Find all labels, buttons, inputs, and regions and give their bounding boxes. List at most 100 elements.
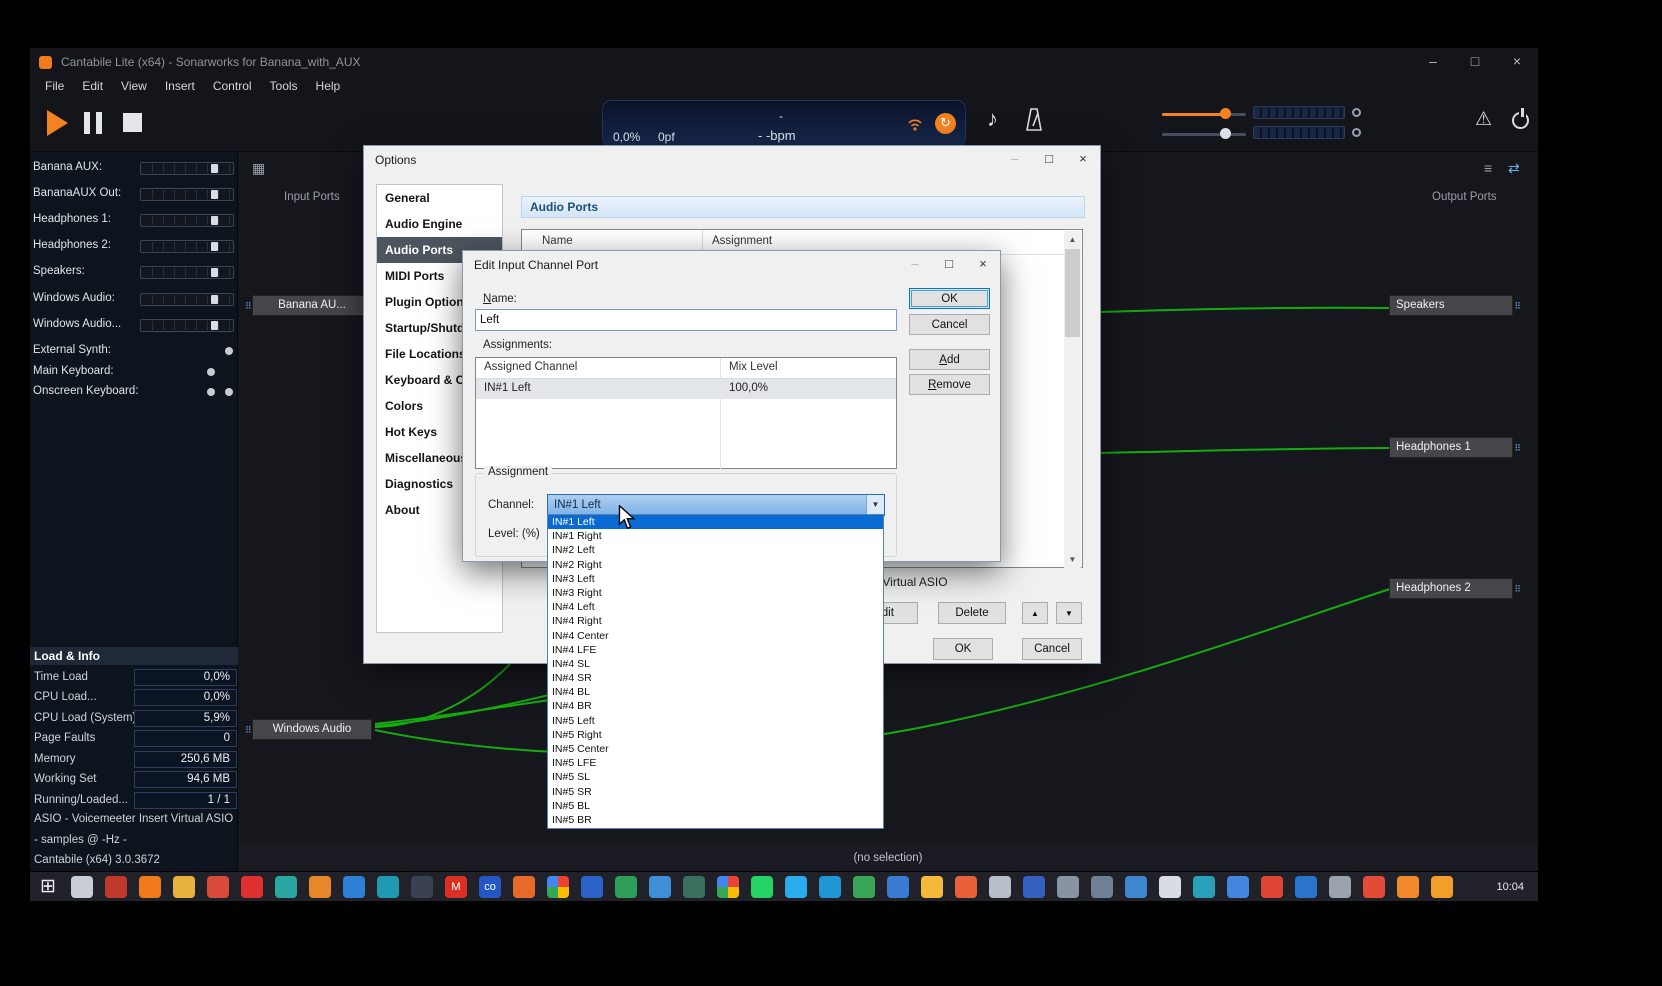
node-speakers[interactable]: ⠿Speakers	[1389, 295, 1513, 316]
dropdown-item[interactable]: IN#4 Center	[548, 629, 883, 643]
sync-icon[interactable]: ↻	[935, 113, 956, 134]
channel-indicator-led[interactable]	[225, 388, 233, 396]
delete-port-button[interactable]: Delete	[938, 602, 1006, 624]
menu-insert[interactable]: Insert	[156, 76, 204, 97]
maximize-icon[interactable]: □	[932, 251, 966, 279]
stop-button[interactable]	[123, 113, 142, 132]
play-button[interactable]	[47, 110, 68, 136]
options-cancel-button[interactable]: Cancel	[1022, 638, 1082, 660]
node-banana-aux[interactable]: ⠿Banana AU...	[252, 295, 372, 316]
taskbar-app-display[interactable]	[1227, 876, 1249, 898]
taskbar-app-yellow[interactable]	[921, 876, 943, 898]
taskbar-app-teal[interactable]	[275, 876, 297, 898]
master-gain-slider[interactable]	[1162, 113, 1246, 116]
channel-level-slider[interactable]	[140, 319, 234, 332]
channel-level-slider[interactable]	[140, 293, 234, 306]
taskbar-app-green-note[interactable]	[853, 876, 875, 898]
music-note-icon[interactable]: ♪	[987, 106, 998, 132]
taskbar-app-window[interactable]	[71, 876, 93, 898]
taskbar-app-world[interactable]	[1193, 876, 1215, 898]
scrollbar-thumb[interactable]	[1065, 249, 1080, 337]
taskbar-app-table[interactable]	[1023, 876, 1045, 898]
dropdown-item[interactable]: IN#1 Left	[548, 515, 883, 529]
dropdown-item[interactable]: IN#1 Right	[548, 529, 883, 543]
move-up-button[interactable]: ▲	[1022, 602, 1048, 624]
node-windows-audio[interactable]: ⠿Windows Audio	[252, 719, 372, 740]
channel-level-slider[interactable]	[140, 266, 234, 279]
dropdown-item[interactable]: IN#5 LFE	[548, 756, 883, 770]
taskbar-app-phone[interactable]	[1159, 876, 1181, 898]
taskbar-app-photos[interactable]	[1125, 876, 1147, 898]
taskbar-app-save[interactable]	[581, 876, 603, 898]
taskbar-app-orange-lines[interactable]	[309, 876, 331, 898]
assignment-row[interactable]: IN#1 Left 100,0%	[476, 379, 896, 399]
menu-control[interactable]: Control	[204, 76, 261, 97]
dropdown-item[interactable]: IN#4 BL	[548, 685, 883, 699]
taskbar-app-burger[interactable]	[1397, 876, 1419, 898]
taskbar-app-dark[interactable]	[411, 876, 433, 898]
dropdown-item[interactable]: IN#2 Right	[548, 558, 883, 572]
menu-tools[interactable]: Tools	[261, 76, 307, 97]
taskbar-app-telegram[interactable]	[785, 876, 807, 898]
maximize-icon[interactable]: □	[1454, 48, 1496, 76]
channel-indicator-led[interactable]	[225, 347, 233, 355]
dropdown-item[interactable]: IN#5 BR	[548, 813, 883, 827]
node-grip-icon[interactable]: ⠿	[1514, 581, 1521, 597]
dropdown-item[interactable]: IN#5 SR	[548, 785, 883, 799]
menu-file[interactable]: File	[36, 76, 73, 97]
dropdown-item[interactable]: IN#4 LFE	[548, 643, 883, 657]
metronome-icon[interactable]	[1024, 107, 1044, 133]
power-icon[interactable]	[1512, 112, 1529, 129]
dropdown-item[interactable]: IN#4 SR	[548, 671, 883, 685]
list-view-icon[interactable]: ≡	[1484, 160, 1492, 176]
dropdown-item[interactable]: IN#4 Right	[548, 614, 883, 628]
warning-icon[interactable]: ⚠	[1475, 108, 1492, 131]
dropdown-item[interactable]: IN#5 Center	[548, 742, 883, 756]
dropdown-item[interactable]: IN#5 Right	[548, 728, 883, 742]
taskbar-app-gmail[interactable]: M	[445, 876, 467, 898]
channel-level-slider[interactable]	[140, 188, 234, 201]
taskbar-app-youtube[interactable]	[241, 876, 263, 898]
dropdown-item[interactable]: IN#4 SL	[548, 657, 883, 671]
node-headphones-2[interactable]: ⠿Headphones 2	[1389, 578, 1513, 599]
taskbar-app-obs[interactable]	[683, 876, 705, 898]
move-down-button[interactable]: ▼	[1056, 602, 1082, 624]
channel-indicator-led[interactable]	[207, 388, 215, 396]
node-headphones-1[interactable]: ⠿Headphones 1	[1389, 437, 1513, 458]
taskbar-app-close-red[interactable]	[1363, 876, 1385, 898]
taskbar-app-sheet[interactable]	[615, 876, 637, 898]
dropdown-item[interactable]: IN#3 Left	[548, 572, 883, 586]
chevron-down-icon[interactable]: ▼	[866, 495, 884, 515]
taskbar-app-calc[interactable]	[1431, 876, 1453, 898]
close-icon[interactable]: ×	[1066, 146, 1100, 174]
scroll-up-icon[interactable]: ▲	[1064, 231, 1081, 248]
taskbar-app-pencil[interactable]	[887, 876, 909, 898]
meter-reset-button[interactable]	[1352, 128, 1361, 137]
taskbar-app-edge[interactable]	[343, 876, 365, 898]
minimize-icon[interactable]: –	[898, 251, 932, 279]
menu-help[interactable]: Help	[307, 76, 350, 97]
edit-ok-button[interactable]: OK	[909, 288, 990, 309]
taskbar-app-paint[interactable]	[955, 876, 977, 898]
taskbar-app-red[interactable]	[207, 876, 229, 898]
edit-cancel-button[interactable]: Cancel	[909, 314, 990, 335]
dropdown-item[interactable]: IN#5 Left	[548, 714, 883, 728]
taskbar-app-chrome[interactable]	[547, 876, 569, 898]
taskbar-app-audio[interactable]	[989, 876, 1011, 898]
dropdown-item[interactable]: IN#4 BR	[548, 699, 883, 713]
ports-table-scrollbar[interactable]: ▲ ▼	[1064, 231, 1081, 568]
dropdown-item[interactable]: IN#4 Left	[548, 600, 883, 614]
slider-handle[interactable]	[1220, 108, 1231, 119]
taskbar-app-explorer[interactable]	[173, 876, 195, 898]
assignments-table[interactable]: Assigned Channel Mix Level IN#1 Left 100…	[475, 357, 897, 469]
routing-view-icon[interactable]: ⇄	[1508, 160, 1520, 177]
taskbar-app-mail[interactable]	[377, 876, 399, 898]
start-button[interactable]: ⊞	[37, 876, 59, 898]
channel-dropdown-list[interactable]: IN#1 LeftIN#1 RightIN#2 LeftIN#2 RightIN…	[547, 514, 884, 829]
grid-view-icon[interactable]: ▦	[252, 160, 265, 177]
channel-level-slider[interactable]	[140, 240, 234, 253]
taskbar-app-search[interactable]	[1329, 876, 1351, 898]
dropdown-item[interactable]: IN#5 SL	[548, 770, 883, 784]
close-icon[interactable]: ×	[1496, 48, 1538, 76]
add-assignment-button[interactable]: Add	[909, 349, 990, 370]
